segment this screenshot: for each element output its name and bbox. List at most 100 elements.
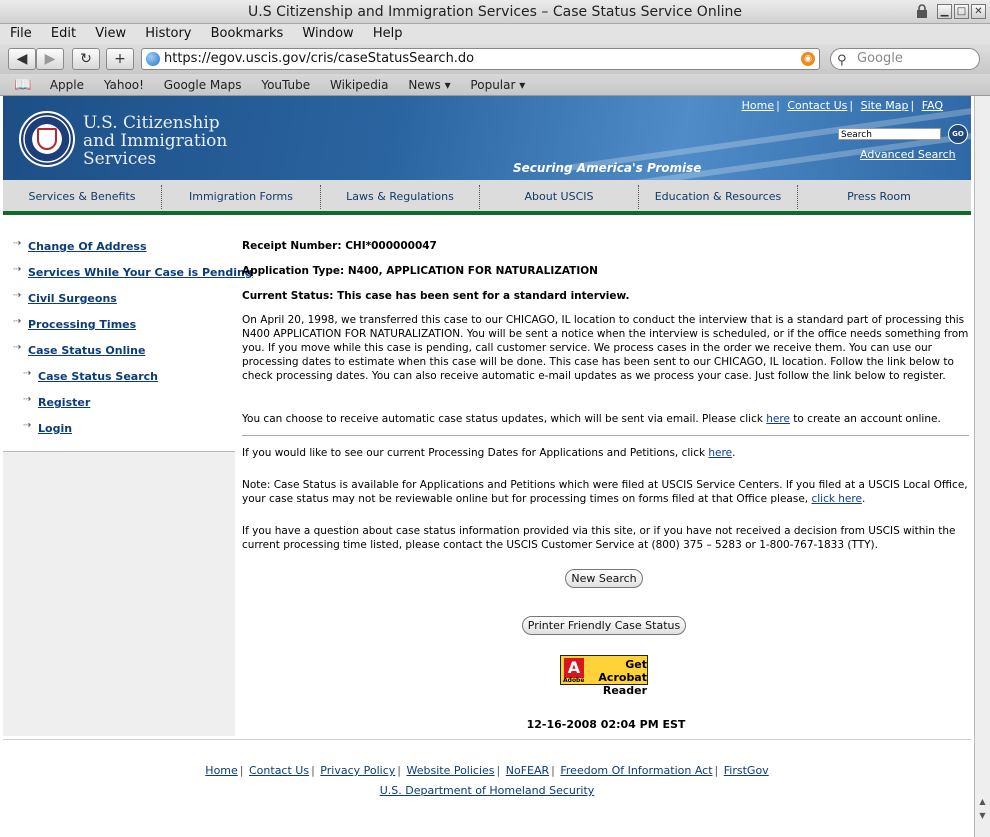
site-search-go-button[interactable]: GO	[948, 124, 968, 144]
google-search-placeholder: Google	[857, 51, 903, 66]
acrobat-text: Get Acrobat Reader	[585, 658, 647, 697]
footer-link-privacy[interactable]: Privacy Policy	[320, 764, 395, 777]
menu-bar: File Edit View History Bookmarks Window …	[0, 24, 990, 44]
header-link-home[interactable]: Home	[742, 99, 774, 112]
bookmark-yahoo[interactable]: Yahoo!	[104, 74, 144, 96]
footer-links: Home | Contact Us | Privacy Policy | Websit…	[205, 764, 769, 777]
footer-link-firstgov[interactable]: FirstGov	[724, 764, 769, 777]
menu-edit[interactable]: Edit	[43, 24, 83, 44]
nav-press-room[interactable]: Press Room	[798, 180, 960, 211]
new-search-button[interactable]: New Search	[565, 569, 643, 588]
advanced-search-link[interactable]: Advanced Search	[860, 148, 956, 161]
acrobat-line1: Get Acrobat	[598, 658, 647, 684]
acrobat-line2: Reader	[602, 684, 647, 697]
sidebar-item-register[interactable]: Register	[38, 396, 90, 409]
receipt-number: Receipt Number: CHI*000000047	[242, 240, 437, 252]
header-link-sitemap[interactable]: Site Map	[861, 99, 909, 112]
add-bookmark-button[interactable]: +	[106, 48, 134, 70]
footer-link-nofear[interactable]: NoFEAR	[506, 764, 549, 777]
note-post: .	[861, 493, 866, 505]
site-footer: Home | Contact Us | Privacy Policy | Websit…	[3, 740, 971, 837]
create-account-link[interactable]: here	[766, 413, 790, 425]
arrow-icon: ⇢	[13, 342, 22, 353]
nav-about-uscis[interactable]: About USCIS	[480, 180, 638, 211]
book-icon[interactable]: 📖	[14, 74, 32, 96]
local-office-link[interactable]: click here	[811, 493, 861, 505]
bookmark-apple[interactable]: Apple	[50, 74, 84, 96]
search-icon: ⚲	[837, 53, 847, 68]
email-updates-text: You can choose to receive automatic case…	[242, 412, 970, 426]
bookmarks-bar: 📖 Apple Yahoo! Google Maps YouTube Wikip…	[0, 74, 990, 96]
minimize-button[interactable]: ▁	[937, 4, 952, 19]
nav-services-benefits[interactable]: Services & Benefits	[3, 180, 161, 211]
sidebar-item-login[interactable]: Login	[38, 422, 72, 435]
header-link-faq[interactable]: FAQ	[922, 99, 943, 112]
web-page: U.S. Citizenship and Immigration Service…	[0, 96, 974, 837]
sidebar-item-processing-times[interactable]: Processing Times	[28, 318, 136, 331]
header-link-contact[interactable]: Contact Us	[787, 99, 847, 112]
get-acrobat-reader-badge[interactable]: A Adobe Get Acrobat Reader	[560, 655, 648, 697]
menu-help[interactable]: Help	[365, 24, 410, 44]
menu-file[interactable]: File	[0, 24, 39, 44]
sidebar-item-change-of-address[interactable]: Change Of Address	[28, 240, 147, 253]
agency-line: and Immigration	[83, 131, 228, 151]
forward-button[interactable]: ▶	[36, 48, 64, 70]
dhs-link[interactable]: U.S. Department of Homeland Security	[3, 784, 971, 797]
navigation-toolbar: ◀ ▶ ↻ + https://egov.uscis.gov/cris/case…	[0, 44, 990, 74]
current-status: Current Status: This case has been sent …	[242, 290, 630, 302]
footer-link-home[interactable]: Home	[205, 764, 237, 777]
bookmark-google-maps[interactable]: Google Maps	[164, 74, 242, 96]
scroll-down-icon[interactable]: ▼	[977, 810, 988, 821]
reload-button[interactable]: ↻	[72, 48, 100, 70]
email-updates-post: to create an account online.	[789, 413, 941, 425]
rss-icon[interactable]: ◉	[801, 52, 815, 66]
printer-friendly-button[interactable]: Printer Friendly Case Status	[522, 616, 686, 635]
bookmark-news[interactable]: News ▾	[408, 74, 450, 96]
globe-icon	[146, 52, 160, 66]
sidebar-item-civil-surgeons[interactable]: Civil Surgeons	[28, 292, 117, 305]
processing-dates-link[interactable]: here	[708, 447, 732, 459]
maximize-button[interactable]: □	[954, 4, 969, 19]
content-divider	[242, 435, 969, 436]
main-navigation: Services & Benefits Immigration Forms La…	[3, 180, 971, 215]
application-type: Application Type: N400, APPLICATION FOR …	[242, 265, 598, 277]
scroll-up-icon[interactable]: ▲	[977, 796, 988, 807]
menu-view[interactable]: View	[87, 24, 133, 44]
email-updates-pre: You can choose to receive automatic case…	[242, 413, 767, 425]
menu-history[interactable]: History	[137, 24, 198, 44]
site-search-input[interactable]: Search	[838, 128, 941, 140]
dhs-seal-icon[interactable]	[19, 111, 75, 167]
google-search-field[interactable]: ⚲ Google	[830, 48, 980, 70]
sidebar-item-services-while-pending[interactable]: Services While Your Case is Pending	[28, 266, 253, 279]
vertical-scrollbar[interactable]: ▲ ▼	[974, 96, 990, 837]
sidebar-item-case-status-online[interactable]: Case Status Online	[28, 344, 145, 357]
nav-education-resources[interactable]: Education & Resources	[639, 180, 797, 211]
menu-bookmarks[interactable]: Bookmarks	[203, 24, 291, 44]
processing-dates-text: If you would like to see our current Pro…	[242, 446, 970, 460]
footer-link-website-policies[interactable]: Website Policies	[406, 764, 494, 777]
processing-dates-pre: If you would like to see our current Pro…	[242, 447, 709, 459]
nav-immigration-forms[interactable]: Immigration Forms	[162, 180, 320, 211]
page-timestamp: 12-16-2008 02:04 PM EST	[526, 718, 686, 731]
adobe-brand: Adobe	[563, 677, 585, 684]
site-header: U.S. Citizenship and Immigration Service…	[3, 96, 971, 180]
agency-line: Services	[83, 149, 157, 169]
plus-icon: +	[114, 51, 126, 67]
reload-icon: ↻	[80, 51, 92, 67]
footer-link-contact[interactable]: Contact Us	[249, 764, 309, 777]
back-button[interactable]: ◀	[8, 48, 36, 70]
menu-window[interactable]: Window	[294, 24, 360, 44]
close-button[interactable]: ✕	[971, 4, 986, 19]
header-top-links: Home | Contact Us | Site Map | FAQ	[741, 99, 943, 112]
agency-name[interactable]: U.S. Citizenship and Immigration Service…	[83, 114, 227, 168]
tagline: Securing America's Promise	[513, 161, 702, 175]
bookmark-popular[interactable]: Popular ▾	[470, 74, 525, 96]
nav-laws-regulations[interactable]: Laws & Regulations	[321, 180, 479, 211]
footer-link-foia[interactable]: Freedom Of Information Act	[560, 764, 712, 777]
bookmark-youtube[interactable]: YouTube	[261, 74, 310, 96]
url-field[interactable]: https://egov.uscis.gov/cris/caseStatusSe…	[141, 48, 820, 70]
arrow-icon: ⇢	[13, 238, 22, 249]
customer-service-text: If you have a question about case status…	[242, 525, 956, 551]
sidebar-item-case-status-search[interactable]: Case Status Search	[38, 370, 158, 383]
bookmark-wikipedia[interactable]: Wikipedia	[330, 74, 389, 96]
